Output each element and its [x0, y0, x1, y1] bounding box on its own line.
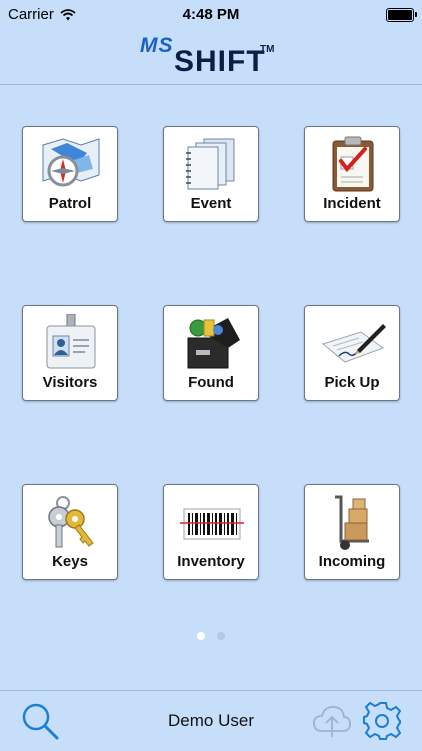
logo-name: SHIFT: [174, 45, 266, 78]
tile-incident[interactable]: Incident: [304, 126, 400, 222]
tile-label: Found: [188, 374, 234, 391]
id-badge-icon: [46, 314, 96, 369]
tile-label: Event: [190, 195, 232, 212]
tile-label: Keys: [52, 553, 88, 570]
tile-patrol[interactable]: Patrol: [22, 126, 118, 222]
page-indicator[interactable]: [0, 632, 422, 640]
tile-visitors[interactable]: Visitors: [22, 305, 118, 401]
notebooks-icon: [186, 138, 235, 190]
page-dot-active[interactable]: [197, 632, 205, 640]
tile-label: Incident: [323, 195, 381, 212]
tile-label: Incoming: [318, 553, 386, 570]
header-divider: [0, 84, 422, 85]
logo-trademark: TM: [260, 44, 275, 55]
tile-label: Patrol: [48, 195, 92, 212]
tile-label: Pick Up: [324, 374, 380, 391]
tile-inventory[interactable]: Inventory: [163, 484, 259, 580]
bottom-toolbar: Demo User: [0, 690, 422, 751]
cloud-upload-icon[interactable]: [312, 703, 352, 739]
signature-pen-icon: [321, 324, 386, 363]
status-bar: Carrier 4:48 PM: [0, 0, 422, 30]
page-dot[interactable]: [217, 632, 225, 640]
tile-label: Inventory: [177, 553, 245, 570]
logo-prefix: MS: [140, 34, 174, 57]
clipboard-check-icon: [332, 136, 374, 192]
map-compass-icon: [42, 138, 100, 187]
user-name: Demo User: [168, 711, 254, 730]
lost-found-box-icon: [187, 318, 240, 369]
keys-icon: [48, 496, 94, 548]
tile-incoming[interactable]: Incoming: [304, 484, 400, 580]
tile-pickup[interactable]: Pick Up: [304, 305, 400, 401]
barcode-icon: [180, 508, 244, 540]
hand-truck-icon: [335, 495, 369, 550]
tile-event[interactable]: Event: [163, 126, 259, 222]
gear-icon[interactable]: [362, 701, 402, 741]
status-time: 4:48 PM: [182, 6, 240, 23]
tile-keys[interactable]: Keys: [22, 484, 118, 580]
tile-found[interactable]: Found: [163, 305, 259, 401]
app-logo: MS SHIFT TM: [0, 30, 422, 82]
battery-icon: [386, 8, 417, 22]
tile-label: Visitors: [42, 374, 98, 391]
